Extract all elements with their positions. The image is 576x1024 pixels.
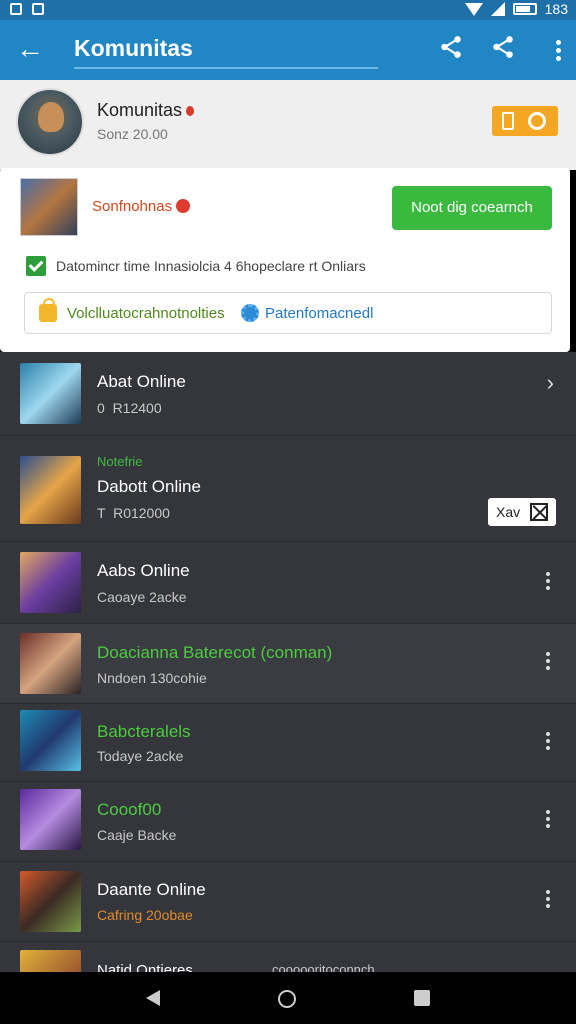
badge-label: Xav	[496, 504, 521, 520]
item-thumbnail	[20, 710, 81, 771]
community-list: Abat Online 0 R12400 › Notefrie Dabott O…	[0, 352, 576, 972]
notification-icon	[32, 3, 44, 15]
share-icon[interactable]	[490, 34, 522, 66]
gear-icon	[241, 304, 259, 322]
item-thumbnail	[20, 633, 81, 694]
item-thumbnail	[20, 950, 81, 972]
fire-icon	[186, 106, 195, 116]
profile-subtitle: Sonz 20.00	[97, 126, 168, 142]
info-left-text: Volclluatocrahnotnolties	[67, 305, 225, 322]
list-item[interactable]: Natid Ontieres coooooritoconnch	[0, 942, 576, 972]
list-item[interactable]: Notefrie Dabott Online T R012000 Xav	[0, 436, 576, 542]
item-name: Dabott Online	[97, 477, 201, 496]
list-item[interactable]: Babcteralels Todaye 2acke	[0, 704, 576, 782]
nav-recents-icon[interactable]	[414, 990, 430, 1006]
list-item[interactable]: Cooof00 Caaje Backe	[0, 782, 576, 862]
alert-icon	[176, 199, 191, 213]
more-options-icon[interactable]	[546, 810, 550, 831]
nav-home-icon[interactable]	[278, 990, 296, 1008]
notification-icon	[10, 3, 22, 15]
item-name: Abat Online	[97, 372, 186, 391]
item-subtitle: coooooritoconnch	[272, 962, 375, 972]
list-item[interactable]: Doacianna Baterecot (conman) Nndoen 130c…	[0, 624, 576, 704]
checkbox-row[interactable]: Datomincr time Innasiolcia 4 6hopeclare …	[26, 256, 366, 276]
item-thumbnail	[20, 871, 81, 932]
close-badge[interactable]: Xav	[488, 498, 556, 526]
back-arrow-icon[interactable]: ←	[14, 34, 46, 66]
system-nav-bar	[0, 972, 576, 1024]
profile-header: Komunitas Sonz 20.00	[0, 80, 576, 170]
item-subtitle: 0 R12400	[97, 400, 162, 416]
wifi-icon	[464, 2, 483, 16]
item-name: Daante Online	[97, 880, 206, 899]
item-subtitle: Cafring 20obae	[97, 907, 193, 923]
primary-action-button[interactable]: Noot dig coearnch	[392, 186, 552, 230]
checkbox-label: Datomincr time Innasiolcia 4 6hopeclare …	[56, 258, 366, 274]
more-options-icon[interactable]	[546, 652, 550, 673]
item-thumbnail	[20, 456, 81, 524]
item-subtitle: Nndoen 130cohie	[97, 670, 207, 686]
card-name-text: Sonfnohnas	[92, 198, 173, 215]
item-thumbnail	[20, 789, 81, 850]
more-options-icon[interactable]	[546, 732, 550, 753]
card-thumbnail	[20, 178, 78, 236]
community-card: Sonfnohnas Noot dig coearnch Datomincr t…	[0, 168, 570, 352]
title-underline	[74, 67, 378, 69]
coin-icon	[528, 112, 546, 130]
item-subtitle: Caaje Backe	[97, 827, 177, 843]
notification-icons	[10, 3, 44, 15]
info-right-text: Patenfomacnedl	[265, 305, 374, 322]
avatar[interactable]	[16, 88, 84, 156]
profile-name: Komunitas	[97, 100, 195, 121]
item-subtitle: Caoaye 2acke	[97, 589, 187, 605]
item-thumbnail	[20, 363, 81, 424]
status-time: 183	[544, 1, 568, 17]
item-name: Aabs Online	[97, 561, 190, 580]
list-item[interactable]: Daante Online Cafring 20obae	[0, 862, 576, 942]
toggle-button[interactable]	[492, 106, 558, 136]
item-thumbnail	[20, 552, 81, 613]
item-tag: Notefrie	[97, 454, 143, 469]
info-box[interactable]: Volclluatocrahnotnolties Patenfomacnedl	[24, 292, 552, 334]
list-item[interactable]: Abat Online 0 R12400 ›	[0, 352, 576, 436]
close-icon	[530, 503, 548, 521]
more-options-icon[interactable]	[546, 572, 550, 593]
item-name: Babcteralels	[97, 722, 191, 741]
chevron-right-icon[interactable]: ›	[547, 370, 554, 396]
lock-icon	[39, 298, 57, 322]
battery-icon	[512, 3, 537, 15]
item-subtitle: T R012000	[97, 505, 170, 521]
item-subtitle: Todaye 2acke	[97, 748, 184, 764]
more-options-icon[interactable]	[556, 40, 562, 62]
item-name: Cooof00	[97, 800, 162, 819]
app-bar: ← Komunitas	[0, 20, 576, 80]
item-subtitle-text: Cafring 20obae	[97, 907, 193, 923]
nav-back-icon[interactable]	[146, 990, 160, 1006]
signal-icon	[490, 2, 505, 16]
card-name: Sonfnohnas	[92, 198, 191, 215]
checkbox[interactable]	[26, 256, 46, 276]
profile-name-text: Komunitas	[97, 100, 183, 120]
list-item[interactable]: Aabs Online Caoaye 2acke	[0, 542, 576, 624]
item-name: Doacianna Baterecot (conman)	[97, 643, 333, 662]
page-title: Komunitas	[74, 35, 193, 61]
book-icon	[502, 112, 514, 130]
status-bar: 183	[0, 0, 576, 20]
share-icon[interactable]	[438, 34, 470, 66]
system-icons: 183	[464, 1, 568, 17]
item-name: Natid Ontieres	[97, 962, 193, 972]
more-options-icon[interactable]	[546, 890, 550, 911]
